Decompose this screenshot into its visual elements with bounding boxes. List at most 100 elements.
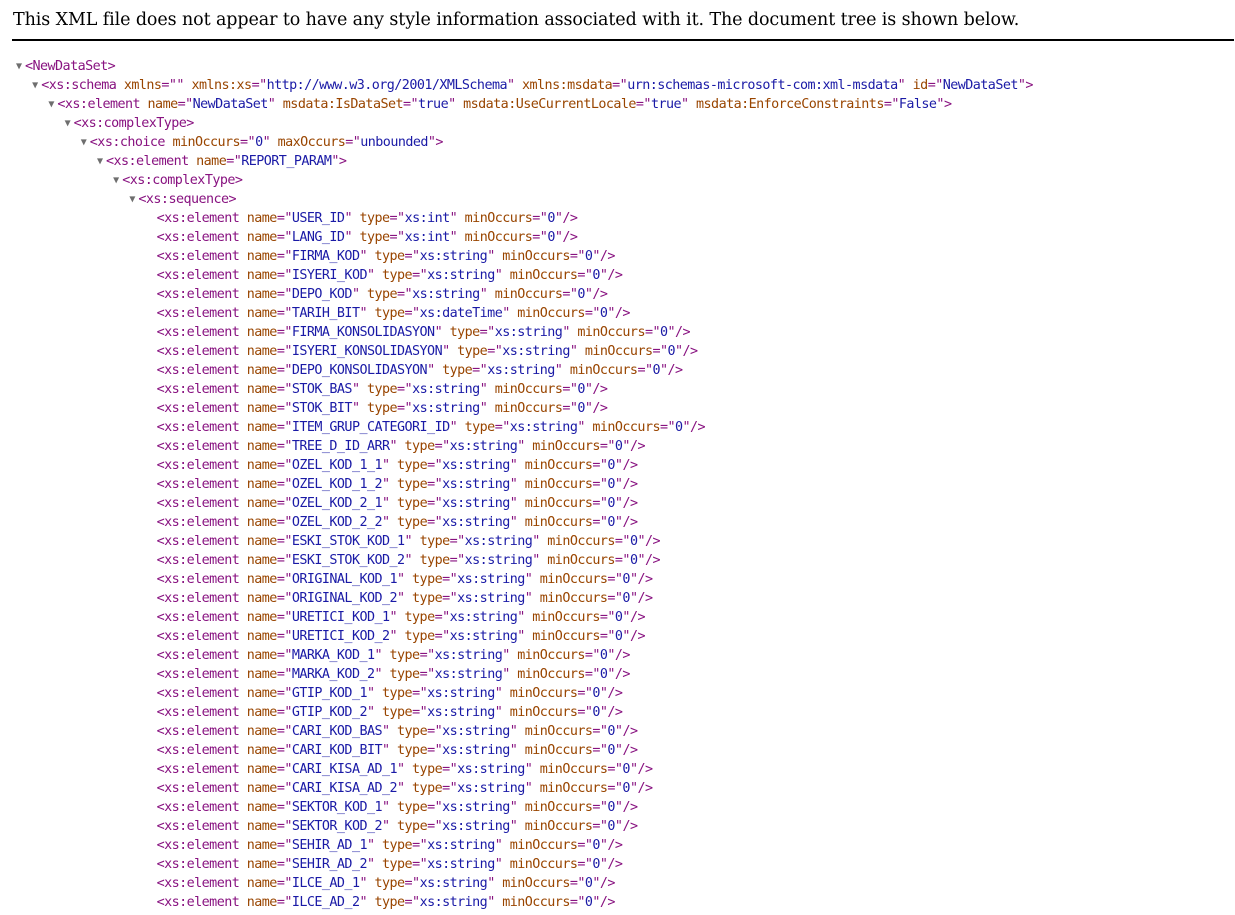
- xml-tag-open: <xs:element: [156, 629, 240, 644]
- xml-line[interactable]: ▼ <xs:sequence>: [126, 190, 236, 209]
- xml-attr-eq: =": [276, 401, 293, 416]
- collapse-toggle-icon[interactable]: ▼: [29, 76, 41, 95]
- xml-line: <xs:element name="FIRMA_KOD" type="xs:st…: [157, 247, 616, 266]
- xml-line[interactable]: ▼ <xs:complexType>: [62, 114, 195, 133]
- xml-attr-value: NewDataSet: [192, 97, 269, 112]
- collapse-toggle-icon[interactable]: ▼: [94, 152, 106, 171]
- xml-attr-name: type: [382, 268, 413, 283]
- xml-attr-value: 0: [577, 287, 585, 302]
- xml-tag-close: />: [637, 591, 653, 606]
- xml-attr-quote: ": [637, 553, 645, 568]
- xml-attr-quote: ": [382, 515, 390, 530]
- xml-attr-eq: =": [276, 211, 293, 226]
- collapse-toggle-icon[interactable]: ▼: [78, 133, 90, 152]
- xml-attr-eq: =": [427, 724, 443, 739]
- xml-attr-value: xs:string: [427, 838, 495, 853]
- xml-attr-name: type: [374, 249, 405, 264]
- xml-attr-value: URETICI_KOD_1: [291, 610, 390, 625]
- xml-line[interactable]: ▼ <xs:choice minOccurs="0" maxOccurs="unb…: [78, 133, 444, 152]
- xml-attr-quote: ": [176, 78, 184, 93]
- xml-attr-quote: ": [382, 743, 390, 758]
- xml-line: <xs:element name="ISYERI_KOD" type="xs:s…: [157, 266, 623, 285]
- xml-attr-value: ORIGINAL_KOD_2: [291, 591, 398, 606]
- xml-attr-quote: ": [366, 705, 375, 720]
- xml-attr-name: minOccurs: [539, 781, 608, 796]
- xml-tag-close: >: [338, 154, 347, 169]
- xml-attr-eq: =": [345, 135, 361, 150]
- xml-attr-value: ISYERI_KOD: [291, 268, 368, 283]
- xml-attr-eq: =": [276, 553, 293, 568]
- collapse-toggle-icon[interactable]: ▼: [45, 95, 57, 114]
- xml-attr-quote: ": [382, 800, 390, 815]
- xml-attr-eq: =": [592, 800, 608, 815]
- xml-line: <xs:element name="ILCE_AD_1" type="xs:st…: [157, 874, 616, 893]
- xml-line: <xs:element name="TARIH_BIT" type="xs:da…: [157, 304, 631, 323]
- xml-attr-value: 0: [607, 515, 615, 530]
- xml-attr-value: xs:string: [487, 363, 555, 378]
- xml-attr-name: type: [397, 724, 428, 739]
- xml-attr-quote: ": [502, 648, 510, 663]
- xml-tag-close: />: [644, 553, 661, 568]
- xml-attr-eq: =": [276, 667, 293, 682]
- collapse-toggle-icon[interactable]: ▼: [62, 114, 74, 133]
- xml-attr-name: name: [147, 97, 179, 112]
- xml-attr-value: xs:string: [427, 857, 495, 872]
- xml-tag-close: />: [614, 306, 631, 321]
- xml-attr-eq: =": [276, 857, 293, 872]
- xml-attr-quote: ": [509, 724, 518, 739]
- xml-attr-quote: ": [509, 819, 518, 834]
- xml-tag-open: <xs:element: [156, 781, 240, 796]
- xml-line[interactable]: ▼ <NewDataSet>: [13, 57, 116, 76]
- xml-attr-name: name: [246, 743, 278, 758]
- xml-attr-value: TARIH_BIT: [291, 306, 360, 321]
- xml-line[interactable]: ▼ <xs:element name="REPORT_PARAM">: [94, 152, 347, 171]
- xml-tag-close: />: [682, 344, 699, 359]
- xml-attr-quote: ": [681, 97, 689, 112]
- xml-attr-eq: =": [434, 629, 451, 644]
- xml-attr-eq: =": [389, 211, 406, 226]
- xml-attr-eq: =": [412, 686, 428, 701]
- xml-attr-eq: =": [487, 344, 503, 359]
- xml-attr-value: 0: [652, 363, 660, 378]
- xml-attr-name: name: [246, 838, 278, 853]
- xml-attr-eq: =": [240, 135, 256, 150]
- collapse-toggle-icon[interactable]: ▼: [110, 171, 122, 190]
- xml-attr-quote: ": [267, 97, 276, 112]
- xml-line: <xs:element name="TREE_D_ID_ARR" type="x…: [157, 437, 646, 456]
- xml-line[interactable]: ▼ <xs:complexType>: [110, 171, 243, 190]
- xml-attr-value: xs:string: [442, 800, 510, 815]
- xml-attr-eq: =": [607, 572, 623, 587]
- xml-attr-name: type: [382, 686, 413, 701]
- xml-line[interactable]: ▼ <xs:element name="NewDataSet" msdata:Is…: [45, 95, 952, 114]
- xml-attr-eq: =": [569, 876, 586, 891]
- xml-tag-open: <xs:element: [156, 591, 240, 606]
- xml-attr-eq: =": [427, 496, 443, 511]
- xml-attr-eq: =": [276, 420, 293, 435]
- xml-attr-name: type: [397, 819, 428, 834]
- xml-line[interactable]: ▼ <xs:schema xmlns="" xmlns:xs="http://ww…: [29, 76, 1033, 95]
- xml-attr-value: FIRMA_KONSOLIDASYON: [291, 325, 435, 340]
- xml-line: <xs:element name="FIRMA_KONSOLIDASYON" t…: [157, 323, 691, 342]
- xml-attr-name: type: [412, 591, 443, 606]
- xml-attr-value: OZEL_KOD_1_1: [291, 458, 383, 473]
- xml-attr-eq: =": [276, 781, 293, 796]
- xml-attr-eq: =": [592, 743, 608, 758]
- xml-tag-open: <xs:element: [156, 648, 240, 663]
- xml-attr-name: type: [404, 610, 436, 625]
- xml-tag-close: />: [592, 401, 608, 416]
- xml-attr-eq: =": [276, 743, 293, 758]
- xml-attr-quote: ": [449, 420, 458, 435]
- xml-attr-value: xs:string: [464, 534, 533, 549]
- xml-attr-name: minOccurs: [547, 534, 615, 549]
- xml-attr-name: name: [246, 648, 278, 663]
- xml-attr-name: name: [246, 230, 278, 245]
- xml-attr-name: name: [246, 762, 278, 777]
- xml-attr-quote: ": [351, 287, 360, 302]
- xml-attr-eq: =": [276, 382, 293, 397]
- collapse-toggle-icon[interactable]: ▼: [126, 190, 138, 209]
- xml-attr-name: name: [246, 781, 278, 796]
- xml-attr-name: minOccurs: [539, 591, 608, 606]
- collapse-toggle-icon[interactable]: ▼: [13, 57, 25, 76]
- xml-attr-value: 0: [255, 135, 263, 150]
- xml-attr-quote: ": [524, 591, 533, 606]
